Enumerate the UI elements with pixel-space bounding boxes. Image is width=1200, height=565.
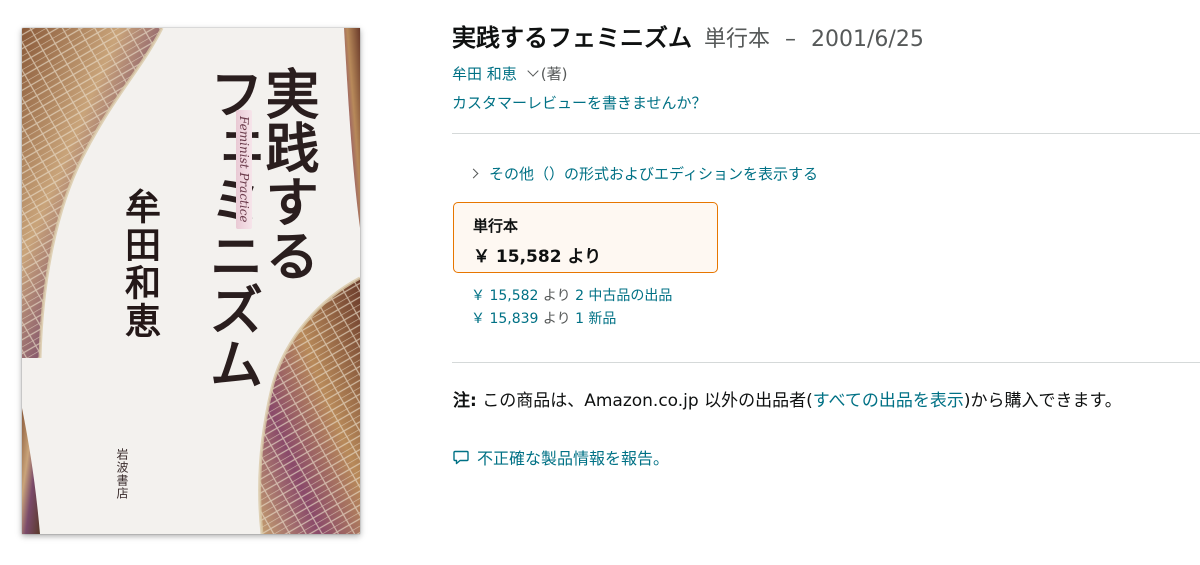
note-text-after: )から購入できます。 <box>963 391 1122 411</box>
offer-new[interactable]: ￥ 15,839 より 1 新品 <box>471 308 672 331</box>
note-label: 注: <box>453 391 477 411</box>
other-editions-toggle[interactable]: その他（）の形式およびエディションを表示する <box>468 163 818 184</box>
divider <box>452 362 1200 363</box>
divider <box>452 133 1200 134</box>
format-option-label: 単行本 <box>473 217 519 235</box>
publication-date: 2001/6/25 <box>811 27 924 52</box>
format-label: 単行本 <box>704 27 771 52</box>
cover-publisher: 岩波書店 <box>115 448 129 500</box>
cover-title-line1: 実践する <box>256 66 320 282</box>
product-title: 実践するフェミニズム <box>452 24 692 52</box>
offer-count-link[interactable]: 1 新品 <box>575 311 616 327</box>
offer-price[interactable]: ￥ 15,839 <box>471 311 538 327</box>
chevron-right-icon <box>468 168 479 179</box>
format-separator: – <box>785 27 797 52</box>
author-link[interactable]: 牟田 和恵 <box>452 63 517 84</box>
cover-english-title: Feminist Practice <box>236 110 252 229</box>
format-option-price: ￥ 15,582 より <box>473 247 602 267</box>
write-review-link[interactable]: カスタマーレビューを書きませんか？ <box>452 92 1200 116</box>
author-role: (著) <box>540 64 568 83</box>
offer-used[interactable]: ￥ 15,582 より 2 中古品の出品 <box>471 285 672 308</box>
offers-list: ￥ 15,582 より 2 中古品の出品 ￥ 15,839 より 1 新品 <box>471 285 672 331</box>
note-text-before: この商品は、Amazon.co.jp 以外の出品者( <box>476 391 813 411</box>
report-link[interactable]: 不正確な製品情報を報告。 <box>477 445 669 469</box>
report-incorrect-info[interactable]: 不正確な製品情報を報告。 <box>453 445 669 469</box>
book-cover-image[interactable]: 実践する フェミニズム Feminist Practice 牟田和恵 岩波書店 <box>22 28 360 534</box>
format-option-selected[interactable]: 単行本 ￥ 15,582 より <box>453 202 718 273</box>
seller-note: 注: この商品は、Amazon.co.jp 以外の出品者(すべての出品を表示)か… <box>453 386 1122 411</box>
other-editions-link[interactable]: その他（）の形式およびエディションを表示する <box>489 163 818 184</box>
byline: 牟田 和恵 (著) <box>452 60 1200 86</box>
title-row: 実践するフェミニズム 単行本 – 2001/6/25 <box>452 18 1200 54</box>
offer-count-link[interactable]: 2 中古品の出品 <box>575 288 672 304</box>
all-offers-link[interactable]: すべての出品を表示 <box>813 391 964 411</box>
chevron-down-icon[interactable] <box>527 65 539 77</box>
cover-title-line2: フェミニズム <box>200 66 264 390</box>
offer-price[interactable]: ￥ 15,582 <box>471 288 538 304</box>
offer-suffix: より <box>542 311 571 327</box>
offer-suffix: より <box>542 288 571 304</box>
comment-icon <box>453 450 469 464</box>
cover-author: 牟田和恵 <box>119 188 161 340</box>
format-date: 単行本 – 2001/6/25 <box>704 21 924 53</box>
product-info: 実践するフェミニズム 単行本 – 2001/6/25 牟田 和恵 (著) カスタ… <box>452 18 1200 116</box>
